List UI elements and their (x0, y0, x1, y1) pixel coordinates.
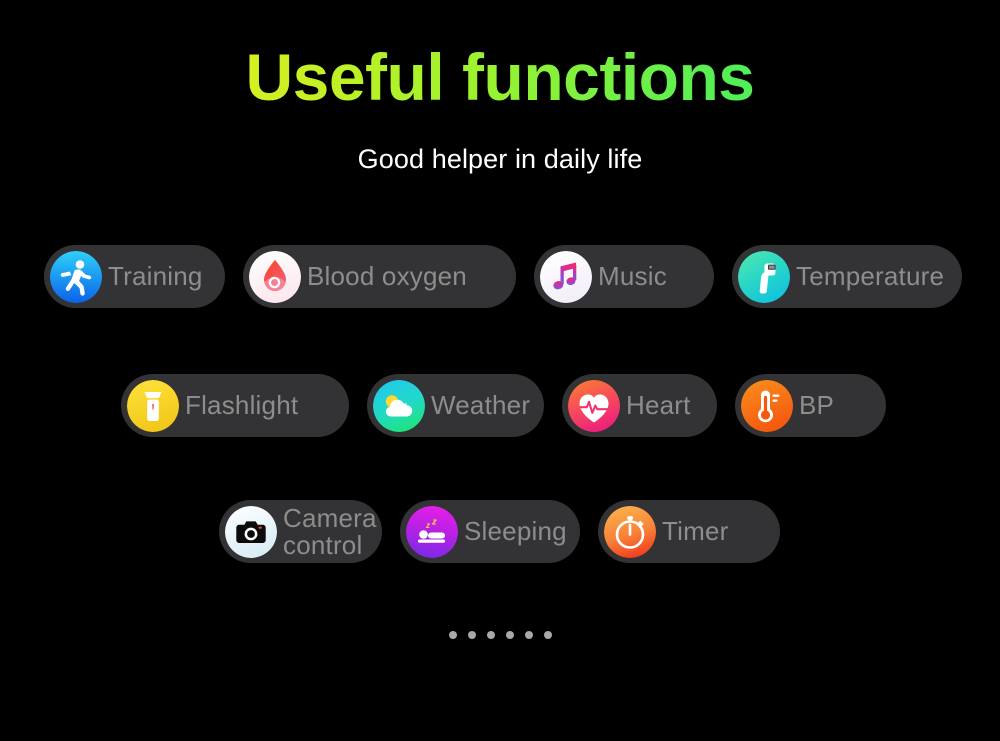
function-item-flashlight[interactable]: Flashlight (121, 374, 349, 437)
function-item-label: Music (598, 261, 667, 292)
function-row-1: Training Blood oxygen Music Temperature (0, 245, 1000, 309)
pagination-dot[interactable] (467, 631, 476, 639)
function-item-training[interactable]: Training (44, 245, 225, 308)
pagination-dot[interactable] (486, 631, 495, 639)
function-item-label: Camera control (283, 502, 377, 560)
function-row-2: Flashlight Weather Heart BP (0, 374, 1000, 438)
page-subtitle: Good helper in daily life (357, 144, 643, 174)
sun-cloud-icon (373, 379, 425, 432)
pagination-dot[interactable] (543, 631, 552, 639)
function-item-label: Blood oxygen (307, 261, 467, 292)
running-person-icon (50, 250, 102, 303)
function-item-label: Weather (431, 390, 531, 421)
function-item-bp[interactable]: BP (735, 374, 886, 437)
function-item-heart[interactable]: Heart (562, 374, 717, 437)
flashlight-icon (127, 379, 179, 432)
function-item-label: Flashlight (185, 390, 299, 421)
function-item-label: Heart (626, 390, 691, 421)
function-item-label: Temperature (796, 261, 945, 292)
page-title: Useful functions (0, 44, 1000, 110)
pagination-dots (0, 631, 1000, 639)
music-note-icon (540, 250, 592, 303)
function-item-label: BP (799, 390, 835, 421)
function-item-music[interactable]: Music (534, 245, 714, 308)
function-item-blood-oxygen[interactable]: Blood oxygen (243, 245, 516, 308)
thermometer-gun-icon (738, 250, 790, 303)
function-item-label: Sleeping (464, 516, 567, 547)
svg-text:z: z (425, 521, 430, 530)
function-item-camera-control[interactable]: Camera control (219, 500, 382, 563)
pagination-dot[interactable] (448, 631, 457, 639)
blood-drop-icon (249, 250, 301, 303)
thermometer-icon (741, 379, 793, 432)
function-item-label: Training (108, 261, 203, 292)
pagination-dot[interactable] (505, 631, 514, 639)
function-item-sleeping[interactable]: z z Sleeping (400, 500, 580, 563)
svg-text:z: z (431, 516, 437, 527)
sleeping-bed-icon: z z (406, 505, 458, 558)
function-item-weather[interactable]: Weather (367, 374, 544, 437)
function-item-timer[interactable]: Timer (598, 500, 780, 563)
pagination-dot[interactable] (524, 631, 533, 639)
function-item-temperature[interactable]: Temperature (732, 245, 962, 308)
function-item-label: Timer (662, 516, 729, 547)
heart-rate-icon (568, 379, 620, 432)
stopwatch-icon (604, 505, 656, 558)
function-row-3: Camera control z z Sleeping Timer (0, 500, 1000, 564)
camera-icon (225, 505, 277, 558)
